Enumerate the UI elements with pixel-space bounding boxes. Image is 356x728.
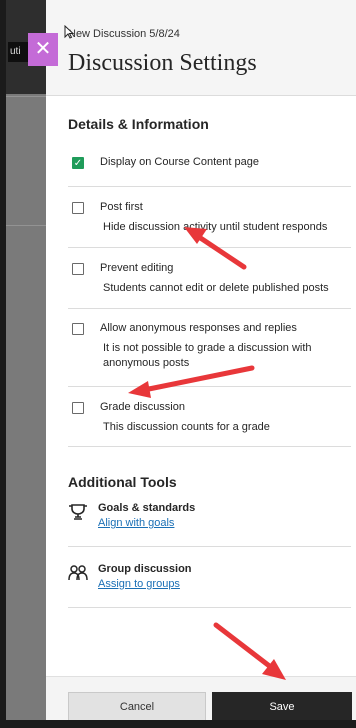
option-label: Display on Course Content page [100, 156, 259, 168]
option-label: Grade discussion [100, 401, 185, 413]
assign-to-groups-link[interactable]: Assign to groups [98, 578, 180, 590]
page-title: Discussion Settings [68, 50, 257, 76]
divider [68, 386, 351, 387]
mouse-cursor-icon [64, 25, 74, 39]
divider [68, 186, 351, 187]
option-description: It is not possible to grade a discussion… [103, 342, 312, 369]
checkbox[interactable] [72, 263, 84, 275]
background-edge [0, 0, 6, 728]
discussion-settings-panel: New Discussion 5/8/24 Discussion Setting… [46, 0, 356, 728]
divider [68, 546, 351, 547]
close-icon[interactable]: ✕ [28, 33, 58, 66]
divider [68, 607, 351, 608]
option-description: Students cannot edit or delete published… [103, 282, 329, 294]
background-course-page: uti [0, 0, 46, 728]
group-icon [68, 565, 88, 581]
window-bottom-edge [0, 720, 356, 728]
panel-header: New Discussion 5/8/24 Discussion Setting… [46, 0, 356, 96]
checkbox[interactable] [72, 402, 84, 414]
background-divider [6, 96, 46, 97]
divider [68, 247, 351, 248]
checkbox[interactable] [72, 202, 84, 214]
tool-title: Goals & standards [98, 502, 196, 514]
align-with-goals-link[interactable]: Align with goals [98, 517, 174, 529]
background-divider [6, 225, 46, 226]
breadcrumb[interactable]: New Discussion 5/8/24 [68, 28, 180, 40]
option-label: Post first [100, 201, 143, 213]
details-section-title: Details & Information [68, 116, 209, 132]
option-label: Prevent editing [100, 262, 174, 274]
tool-title: Group discussion [98, 563, 192, 575]
checkbox-checked[interactable]: ✓ [72, 157, 84, 169]
option-label: Allow anonymous responses and replies [100, 322, 297, 334]
option-description: Hide discussion activity until student r… [103, 221, 328, 233]
cancel-button[interactable]: Cancel [68, 692, 206, 722]
divider [68, 308, 351, 309]
trophy-icon [69, 504, 87, 520]
tools-section-title: Additional Tools [68, 474, 177, 490]
divider [68, 446, 351, 447]
save-button[interactable]: Save [212, 692, 352, 722]
checkbox[interactable] [72, 323, 84, 335]
option-description: This discussion counts for a grade [103, 421, 270, 433]
